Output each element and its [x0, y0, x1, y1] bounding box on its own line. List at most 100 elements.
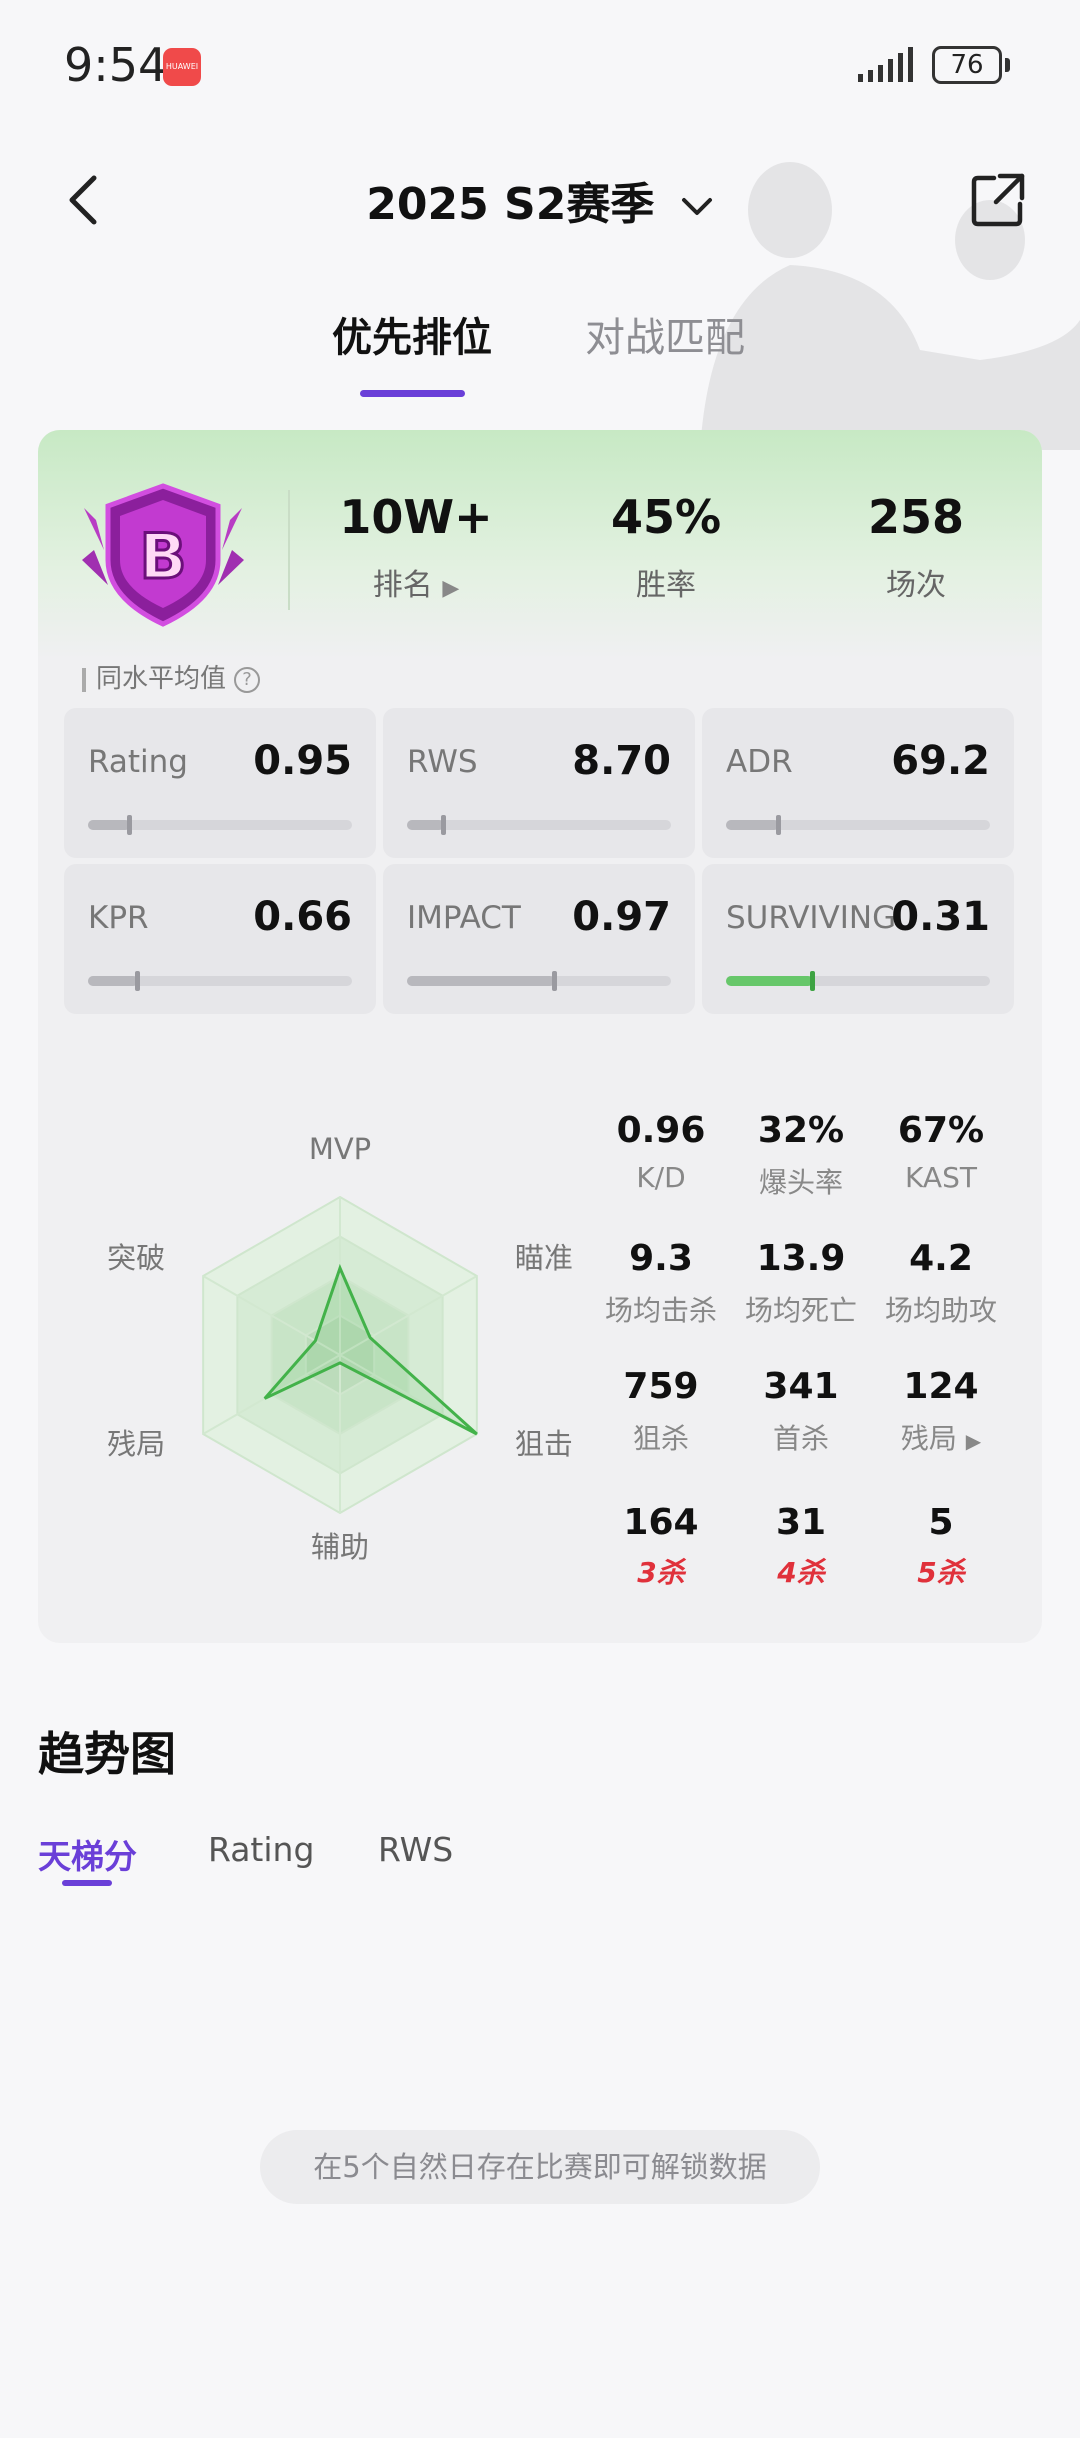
- metric-bar-track: [88, 971, 352, 991]
- grid-stat: 341 首杀: [726, 1366, 876, 1457]
- status-bar: 9:54 HUAWEI 76: [0, 0, 1080, 135]
- grid-stat-label: 爆头率: [758, 1166, 843, 1199]
- metric-adr: ADR 69.2: [702, 708, 1014, 858]
- games-value: 258: [867, 490, 965, 544]
- metric-label: IMPACT: [407, 900, 521, 936]
- metric-bar-marker: [775, 815, 781, 835]
- app-notification-icon: HUAWEI: [163, 48, 201, 86]
- tab-match[interactable]: 对战匹配: [585, 305, 745, 363]
- metric-bar-track: [88, 815, 352, 835]
- metric-label: ADR: [726, 744, 793, 780]
- grid-stat-value: 0.96: [616, 1110, 706, 1151]
- metric-value: 0.31: [891, 894, 990, 940]
- mode-tabs: 优先排位 对战匹配: [0, 305, 1080, 405]
- trend-tab-ladder[interactable]: 天梯分: [38, 1830, 137, 1878]
- status-time: 9:54: [64, 38, 168, 92]
- winrate-stat: 45% 胜率: [566, 490, 766, 604]
- grid-stat[interactable]: 124 残局 ▶: [866, 1366, 1016, 1457]
- trend-tab-rws[interactable]: RWS: [378, 1830, 453, 1869]
- grid-stat-value: 31: [775, 1502, 827, 1543]
- battery-level: 76: [950, 50, 984, 80]
- peer-average-label: 同水平均值?: [82, 658, 261, 695]
- tab-ranked[interactable]: 优先排位: [332, 305, 492, 363]
- grid-stat-label: KAST: [905, 1161, 977, 1194]
- trend-title: 趋势图: [38, 1727, 176, 1781]
- metric-label: SURVIVING: [726, 900, 897, 936]
- signal-icon: [858, 47, 913, 82]
- rank-stat[interactable]: 10W+ 排名 ▶: [316, 490, 516, 604]
- grid-stat-value: 5: [928, 1502, 954, 1543]
- metric-value: 8.70: [572, 738, 671, 784]
- radar-axis-label: 残局: [107, 1427, 165, 1461]
- metric-rating: Rating 0.95: [64, 708, 376, 858]
- metric-bar-marker: [127, 815, 133, 835]
- grid-stat-label: 场均击杀: [604, 1294, 717, 1327]
- unlock-data-message: 在5个自然日存在比赛即可解锁数据: [260, 2130, 820, 2204]
- grid-stat-label: 首杀: [772, 1422, 829, 1455]
- metric-surviving: SURVIVING 0.31: [702, 864, 1014, 1014]
- metric-bar-track: [407, 815, 671, 835]
- metric-bar-track: [726, 971, 990, 991]
- grid-stat-value: 67%: [897, 1110, 985, 1151]
- battery-indicator: 76: [932, 46, 1002, 84]
- battery-tip: [1005, 58, 1010, 72]
- grid-stat: 67% KAST: [866, 1110, 1016, 1194]
- help-icon[interactable]: ?: [234, 666, 261, 693]
- grid-stat-value: 32%: [757, 1110, 845, 1151]
- grid-stat-value: 9.3: [629, 1238, 693, 1279]
- grid-stat: 759 狙杀: [586, 1366, 736, 1457]
- metric-bar-marker: [135, 971, 141, 991]
- metric-bar-fill: [407, 820, 444, 830]
- grid-stat: 4.2 场均助攻: [866, 1238, 1016, 1329]
- caret-right-icon: ▶: [442, 576, 460, 601]
- metric-rws: RWS 8.70: [383, 708, 695, 858]
- winrate-value: 45%: [610, 490, 722, 544]
- grid-stat-value: 13.9: [756, 1238, 846, 1279]
- metric-bar-fill: [726, 976, 814, 986]
- season-selector[interactable]: 2025 S2赛季: [0, 168, 1080, 232]
- metric-value: 0.95: [253, 738, 352, 784]
- radar-axis-label: 瞄准: [515, 1241, 573, 1275]
- games-stat: 258 场次: [816, 490, 1016, 604]
- grid-stat: 13.9 场均死亡: [726, 1238, 876, 1329]
- radar-axis-label: 辅助: [311, 1530, 369, 1564]
- season-stats-card: B 10W+ 排名 ▶ 45% 胜率 258 场次 同水平均值? Rating 0…: [38, 430, 1042, 1643]
- grid-stat-value: 164: [623, 1502, 699, 1543]
- grid-stat: 164 3杀: [586, 1502, 736, 1591]
- metric-label: KPR: [88, 900, 149, 936]
- season-title-text: 2025 S2赛季: [366, 179, 655, 230]
- radar-axis-label: 狙击: [515, 1427, 573, 1461]
- grid-stat-label: 场均死亡: [744, 1294, 857, 1327]
- trend-tab-underline: [62, 1880, 112, 1886]
- grid-stat: 32% 爆头率: [726, 1110, 876, 1201]
- share-icon[interactable]: [970, 172, 1026, 228]
- winrate-label: 胜率: [636, 568, 696, 603]
- grid-stat-value: 759: [623, 1366, 699, 1407]
- multikill-tag: 4杀: [777, 1556, 825, 1589]
- grid-stat-label: 残局 ▶: [900, 1422, 982, 1455]
- metric-bar-marker: [551, 971, 557, 991]
- metric-bar-fill: [88, 976, 139, 986]
- metric-value: 0.66: [253, 894, 352, 940]
- header-divider: [288, 490, 290, 610]
- metric-bar-marker: [440, 815, 446, 835]
- games-label: 场次: [886, 568, 946, 603]
- grid-stat: 5 5杀: [866, 1502, 1016, 1591]
- radar-chart: MVP 瞄准狙击辅助 残局 突破: [107, 1132, 573, 1564]
- chevron-down-icon: [681, 198, 712, 215]
- summary-header: B 10W+ 排名 ▶ 45% 胜率 258 场次: [38, 430, 1042, 660]
- metric-value: 69.2: [891, 738, 990, 784]
- trend-tab-rating[interactable]: Rating: [208, 1830, 314, 1869]
- grid-stat-value: 4.2: [909, 1238, 973, 1279]
- grid-stat-label: 狙杀: [632, 1422, 689, 1455]
- metric-bar-fill: [88, 820, 131, 830]
- tab-underline: [360, 390, 465, 397]
- metric-bar-track: [407, 971, 671, 991]
- radar-axis-label: 突破: [107, 1241, 165, 1275]
- multikill-tag: 3杀: [637, 1556, 685, 1589]
- rank-letter: B: [139, 520, 186, 593]
- metric-bar-fill: [407, 976, 555, 986]
- grid-stat-label: K/D: [636, 1161, 686, 1194]
- grid-stat: 0.96 K/D: [586, 1110, 736, 1194]
- grid-stat-label: 场均助攻: [884, 1294, 997, 1327]
